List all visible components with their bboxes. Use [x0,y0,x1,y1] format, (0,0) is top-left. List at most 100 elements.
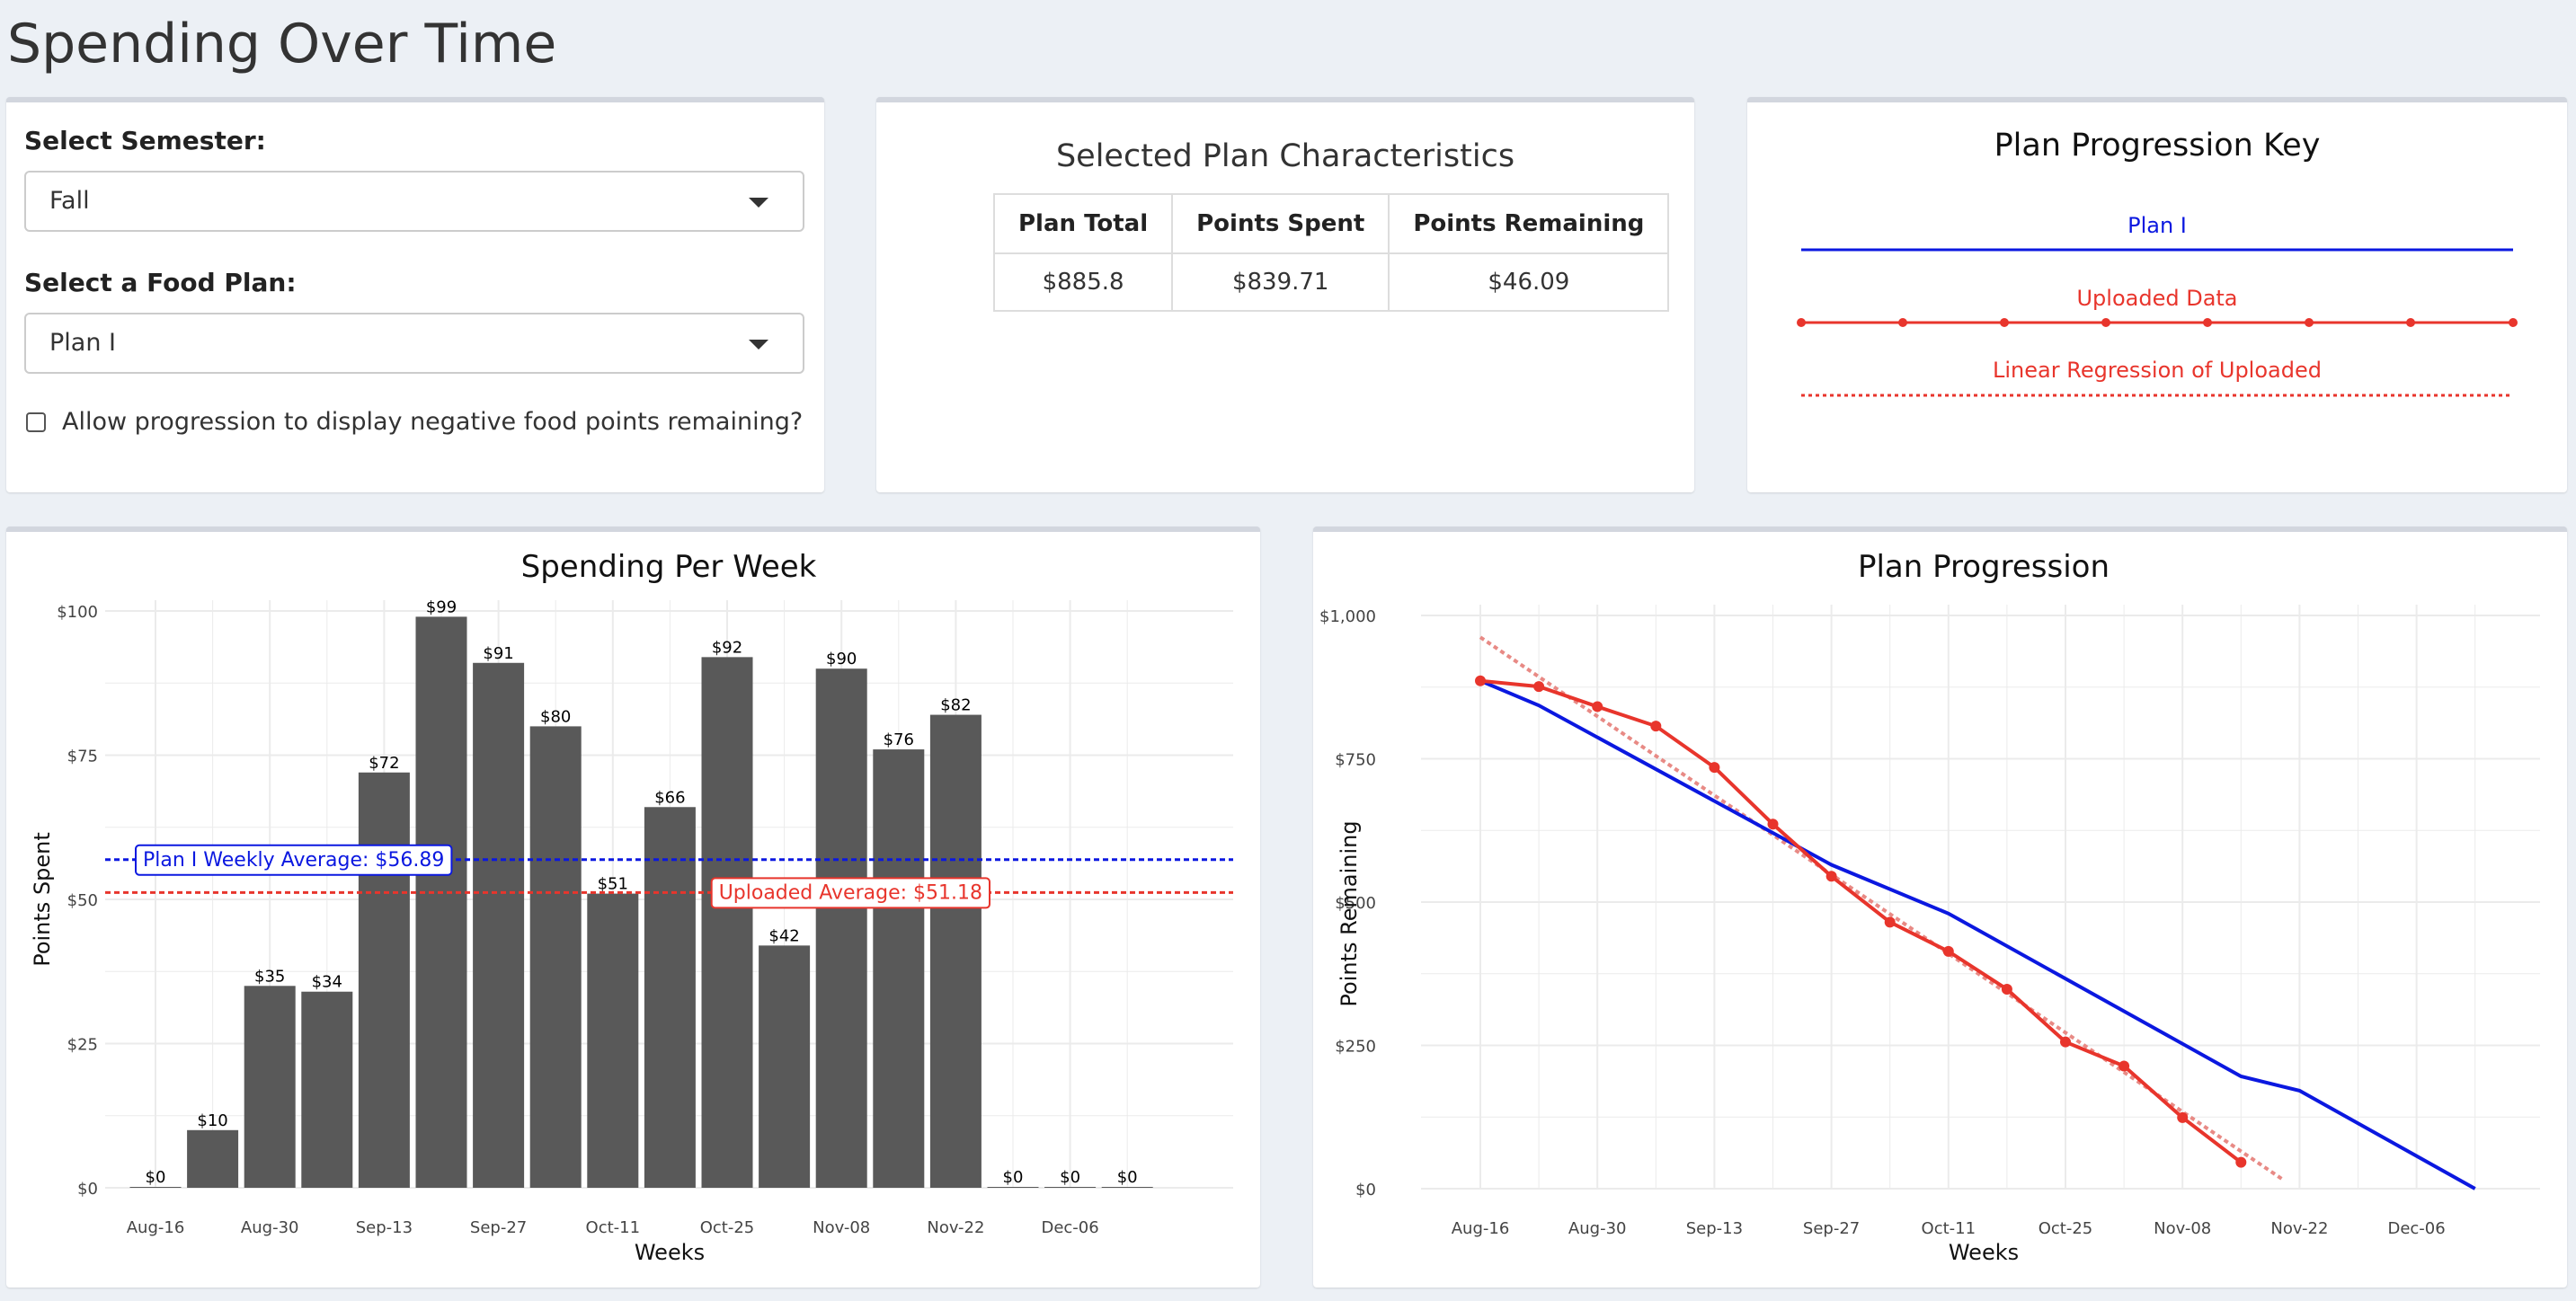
uploaded-point [1942,945,1954,957]
key-point [2305,318,2314,327]
reference-label-text: Plan I Weekly Average: $56.89 [143,849,444,872]
uploaded-point [2177,1111,2189,1123]
uploaded-point [1533,681,1545,693]
points-remaining-value: $46.09 [1388,252,1670,312]
y-tick-label: $0 [1355,1181,1376,1199]
x-tick-label: Oct-25 [2039,1219,2093,1238]
bar-value-label: $76 [884,730,914,749]
plan-total-value: $885.8 [992,252,1174,312]
y-tick-label: $250 [1335,1038,1376,1057]
bar [929,714,982,1188]
y-tick-label: $50 [67,891,98,910]
x-tick-label: Aug-30 [241,1218,299,1237]
x-tick-label: Nov-08 [2154,1219,2211,1238]
food-plan-select-value: Plan I [49,329,116,357]
bar [1101,1187,1153,1188]
uploaded-point [1709,762,1720,774]
bar-value-label: $10 [197,1111,227,1130]
spending-per-week-panel: Spending Per Week $0 $25 $50 $75 $100 Aug-16 Au… [6,527,1260,1288]
negative-points-checkbox[interactable] [26,412,46,432]
semester-label: Select Semester: [24,126,266,155]
table-row: $885.8 $839.71 $46.09 [992,252,1670,312]
x-tick-label: Sep-27 [1803,1219,1860,1238]
bar-value-label: $91 [483,644,513,663]
uploaded-point [1475,675,1486,686]
y-axis-label: Points Remaining [1337,820,1362,1006]
bar [873,749,925,1188]
bar-value-label: $35 [254,967,285,986]
uploaded-point [1592,701,1603,712]
header-points-remaining: Points Remaining [1388,193,1670,254]
uploaded-point [1767,819,1779,830]
x-tick-label: Dec-06 [2387,1219,2445,1238]
bar [815,668,867,1188]
x-axis-label: Weeks [635,1240,705,1265]
x-tick-label: Sep-13 [356,1218,413,1237]
negative-points-label: Allow progression to display negative fo… [62,408,804,436]
bar [358,772,410,1188]
key-legend: Plan I Uploaded Data Linear Regression o… [1797,213,2518,397]
uploaded-point [2235,1156,2247,1168]
bar [415,616,467,1188]
bar [473,662,525,1188]
bar [301,991,353,1188]
key-plan-label: Plan I [2127,213,2187,238]
x-tick-label: Nov-22 [927,1218,984,1237]
bar-value-label: $0 [1003,1168,1024,1187]
x-tick-label: Sep-13 [1686,1219,1743,1238]
bar [987,1187,1039,1188]
key-point [1898,318,1907,327]
characteristics-table: Plan Total Points Spent Points Remaining… [992,193,1670,312]
uploaded-point [2001,983,2012,995]
y-tick-label: $750 [1335,751,1376,770]
chart-title: Spending Per Week [521,549,817,585]
food-plan-select[interactable]: Plan I [24,313,804,374]
x-tick-label: Oct-11 [1922,1219,1976,1238]
plan-characteristics-panel: Selected Plan Characteristics Plan Total… [876,97,1694,492]
key-point [2000,318,2009,327]
x-tick-label: Sep-27 [470,1218,527,1237]
y-tick-label: $1,000 [1319,607,1376,626]
controls-panel: Select Semester: Fall Select a Food Plan… [6,97,824,492]
uploaded-point [1650,721,1662,732]
reference-label-text: Uploaded Average: $51.18 [719,881,982,904]
x-tick-label: Oct-25 [700,1218,755,1237]
bar-value-label: $51 [598,875,628,894]
key-point [2203,318,2212,327]
uploaded-line [1479,678,2243,1164]
semester-select-value: Fall [49,187,90,215]
x-tick-label: Aug-16 [1452,1219,1510,1238]
points-spent-value: $839.71 [1171,252,1390,312]
y-tick-label: $75 [67,748,98,766]
characteristics-title: Selected Plan Characteristics [1055,138,1515,174]
page-title: Spending Over Time [7,13,557,75]
uploaded-point [2060,1036,2071,1048]
bar [1044,1187,1097,1188]
key-uploaded-label: Uploaded Data [2076,286,2237,311]
bar-value-label: $42 [768,926,799,945]
bar-value-label: $34 [312,973,342,992]
plan-progression-chart: Plan Progression$0$250$500$750$1,000Aug-… [1319,549,2540,1265]
table-header-row: Plan Total Points Spent Points Remaining [992,193,1670,254]
negative-points-option[interactable]: Allow progression to display negative fo… [26,408,803,436]
key-point [1797,318,1806,327]
bar [529,726,582,1188]
bar [244,986,296,1188]
plan-progression-panel: Plan Progression $0 $250 $500 $750 $1,000 Aug-… [1313,527,2567,1288]
bar-value-label: $72 [369,754,399,773]
food-plan-label: Select a Food Plan: [24,268,297,297]
x-tick-label: Aug-16 [127,1218,185,1237]
header-points-spent: Points Spent [1171,193,1390,254]
x-tick-label: Nov-22 [2270,1219,2328,1238]
x-tick-label: Nov-08 [813,1218,870,1237]
key-point [2406,318,2415,327]
bar-value-label: $92 [712,638,742,657]
semester-select[interactable]: Fall [24,171,804,232]
y-tick-label: $0 [77,1180,98,1199]
x-tick-label: Dec-06 [1041,1218,1098,1237]
y-tick-label: $100 [57,603,98,622]
x-tick-label: Oct-11 [586,1218,641,1237]
x-axis-label: Weeks [1949,1240,2019,1265]
chevron-down-icon [749,340,768,350]
bar [587,893,639,1188]
